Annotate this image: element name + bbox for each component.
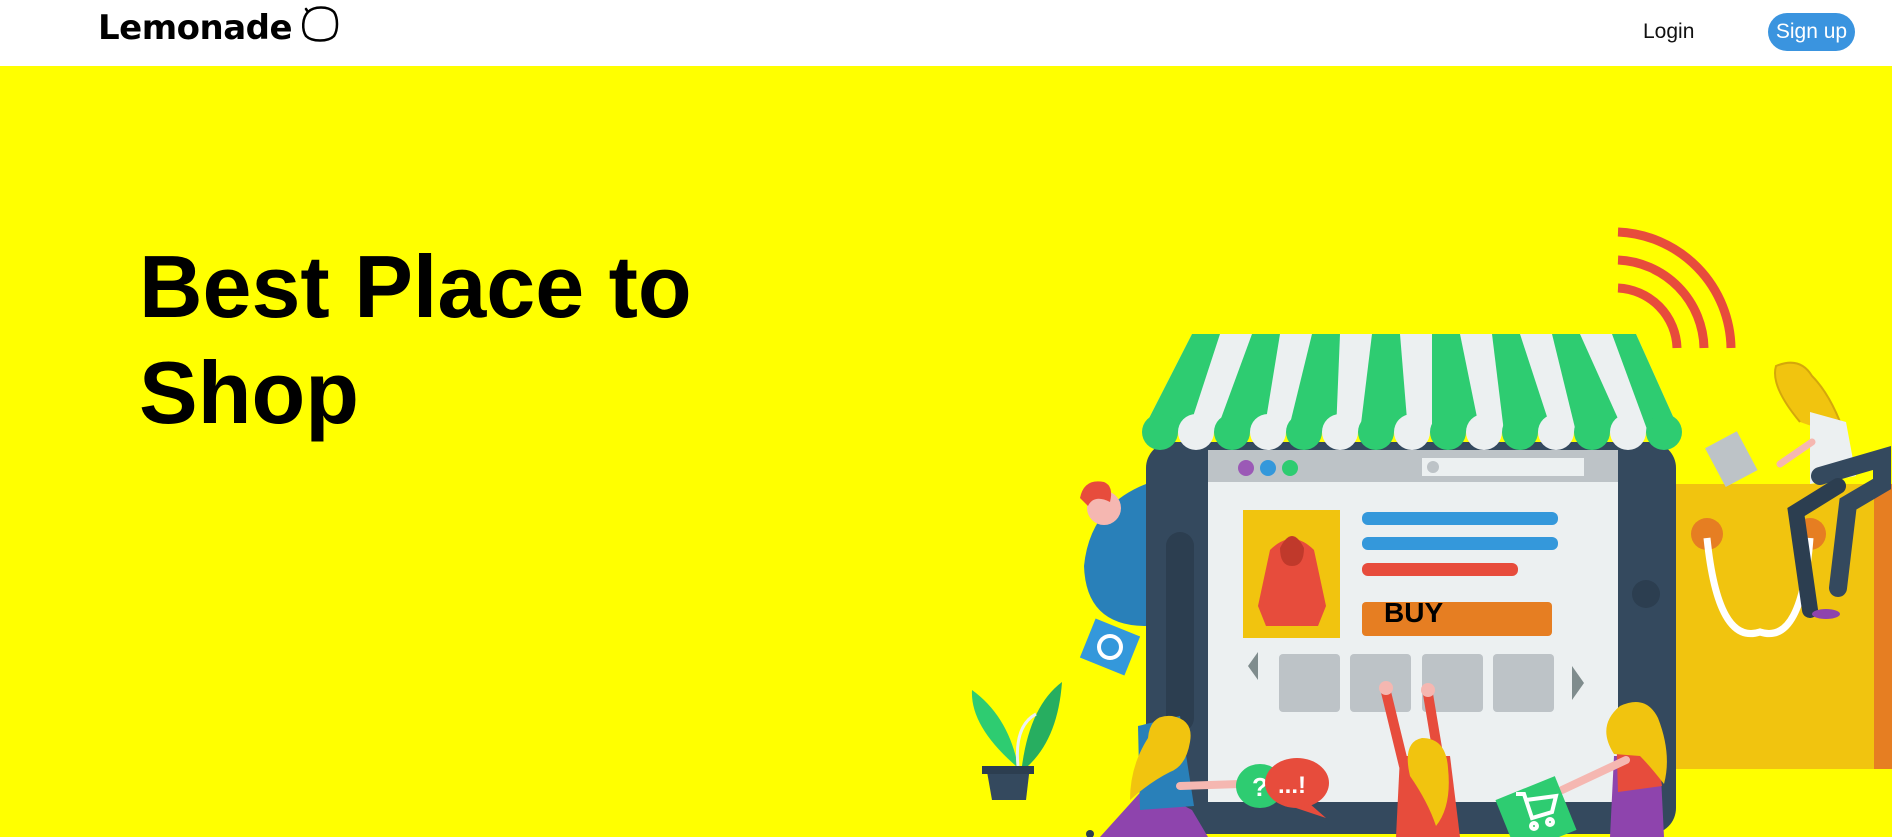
shopping-bag-icon (1674, 484, 1892, 769)
wifi-signal-icon (1617, 227, 1736, 349)
signup-button[interactable]: Sign up (1768, 13, 1855, 51)
brand-link[interactable]: Lemonade (98, 6, 340, 48)
login-link[interactable]: Login (1643, 20, 1694, 44)
lemon-icon (302, 6, 339, 42)
hero-section: Best Place to Shop BUY ? ...! (0, 66, 1892, 837)
brand-name: Lemonade (98, 8, 293, 48)
navbar: Lemonade Login Sign up (0, 0, 1892, 66)
buy-label: BUY (1384, 597, 1443, 628)
shop-awning (1142, 334, 1682, 450)
plant-icon (971, 682, 1062, 800)
shop-illustration: BUY ? ...! (971, 227, 1892, 837)
man-with-globe-card (1079, 481, 1146, 676)
exclaim-bubble-text: ...! (1278, 772, 1306, 799)
